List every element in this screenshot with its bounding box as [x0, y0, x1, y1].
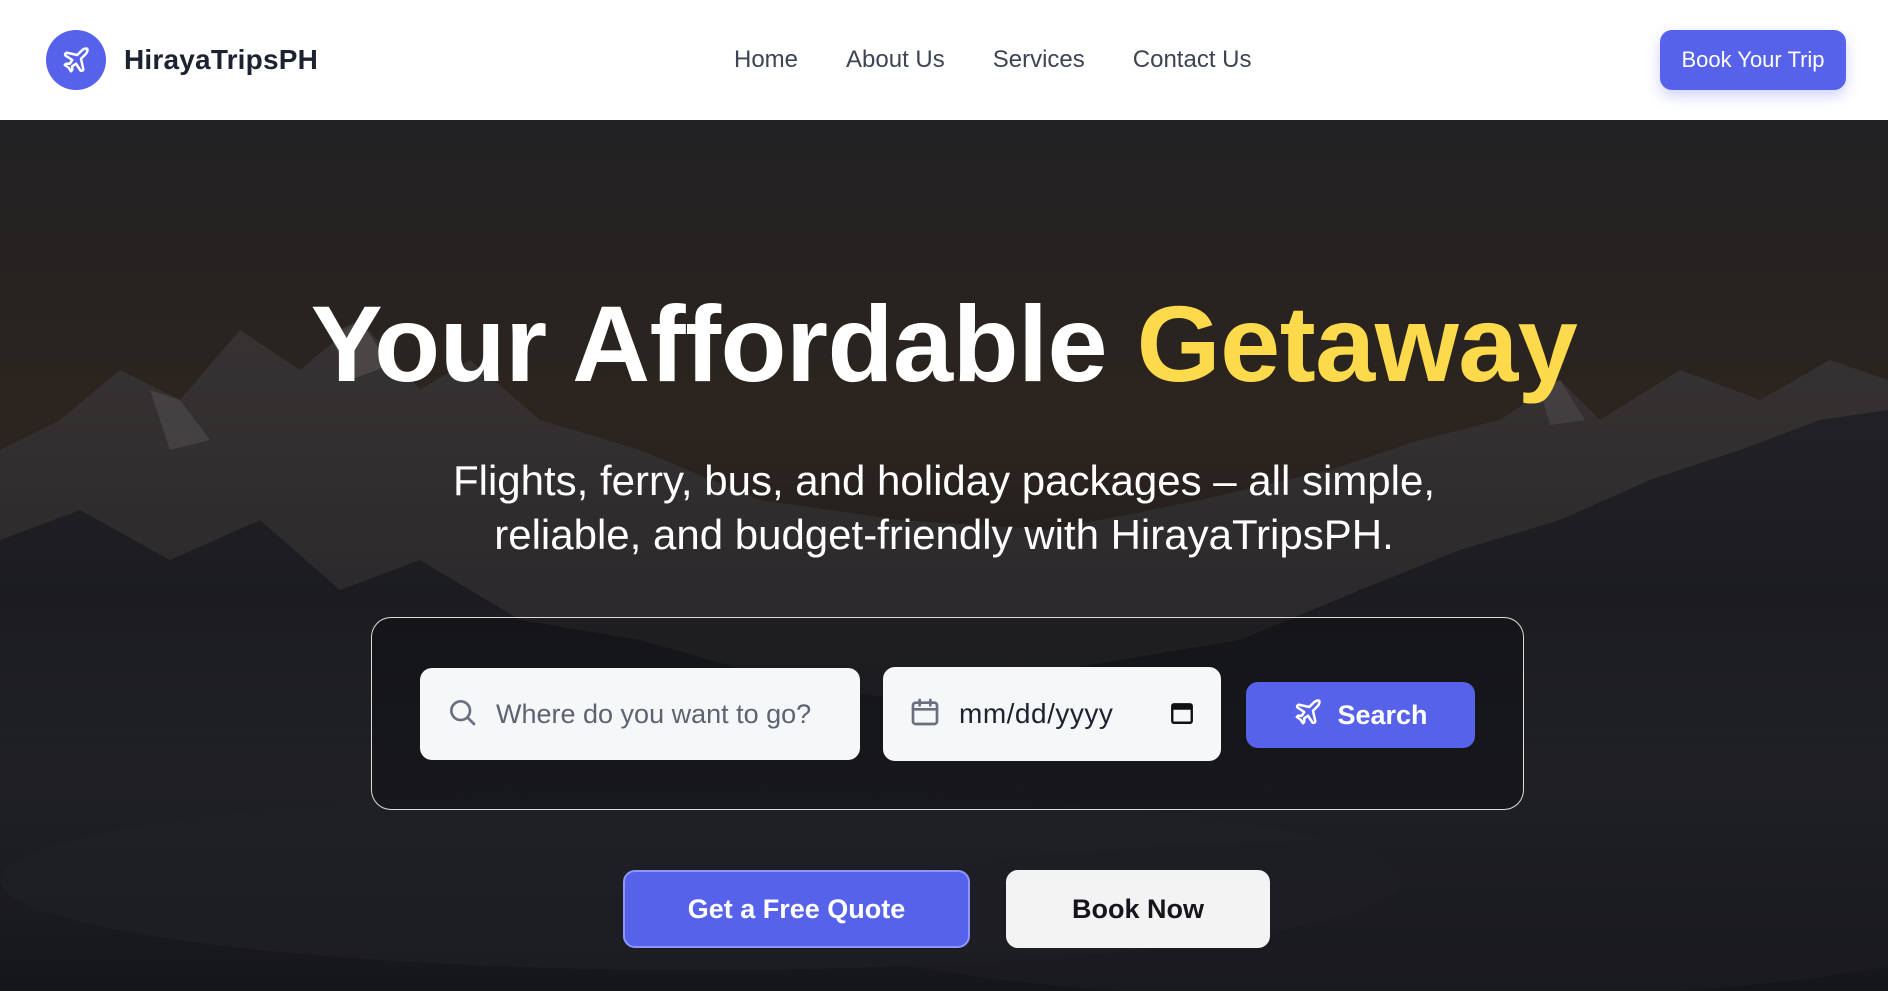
hero-subtitle: Flights, ferry, bus, and holiday package… — [452, 457, 1436, 558]
hero-title-main: Your Affordable — [310, 283, 1137, 404]
date-picker-icon[interactable] — [1169, 700, 1195, 726]
date-input[interactable]: mm/dd/yyyy — [959, 698, 1113, 730]
brand[interactable]: HirayaTripsPH — [46, 30, 318, 90]
search-button-label: Search — [1337, 699, 1428, 730]
search-icon — [446, 696, 478, 733]
main-nav: Home About Us Services Contact Us — [734, 0, 1252, 120]
hero-section: Your Affordable Getaway Flights, ferry, … — [0, 120, 1888, 991]
brand-name: HirayaTripsPH — [124, 44, 319, 75]
nav-link-services[interactable]: Services — [993, 46, 1085, 74]
search-panel: mm/dd/yyyy Search — [371, 617, 1524, 810]
hero-title-accent: Getaway — [1136, 283, 1578, 404]
calendar-icon — [909, 696, 941, 733]
nav-link-contact-us[interactable]: Contact Us — [1133, 46, 1252, 74]
hero-content: Your Affordable Getaway Flights, ferry, … — [0, 120, 1888, 991]
date-field[interactable]: mm/dd/yyyy — [883, 667, 1221, 761]
destination-field[interactable] — [420, 668, 860, 760]
book-your-trip-button[interactable]: Book Your Trip — [1660, 30, 1846, 90]
get-free-quote-button[interactable]: Get a Free Quote — [623, 870, 970, 948]
book-now-button[interactable]: Book Now — [1006, 870, 1270, 948]
hero-title: Your Affordable Getaway — [0, 290, 1888, 398]
search-button[interactable]: Search — [1246, 682, 1475, 748]
nav-link-home[interactable]: Home — [734, 46, 798, 74]
destination-input[interactable] — [496, 698, 836, 730]
plane-icon — [46, 30, 106, 90]
nav-link-about-us[interactable]: About Us — [846, 46, 945, 74]
top-navbar: HirayaTripsPH Home About Us Services Con… — [0, 0, 1888, 120]
plane-icon — [1293, 697, 1323, 734]
